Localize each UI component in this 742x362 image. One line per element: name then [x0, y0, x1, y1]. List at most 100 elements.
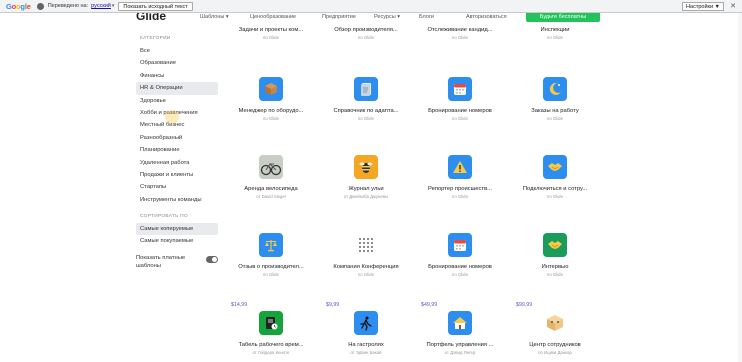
- card-author: от Джейкоба Джуневы: [343, 194, 389, 199]
- paid-templates-toggle[interactable]: [206, 255, 218, 263]
- price-label: $14,99: [231, 302, 248, 308]
- categories-heading: КАТЕГОРИИ: [140, 36, 171, 41]
- category-health[interactable]: Здоровье: [136, 95, 218, 107]
- card-author: по Glide: [547, 35, 563, 40]
- template-card[interactable]: Менеджер по оборудо... по Glide: [225, 77, 317, 121]
- template-card[interactable]: Инспекции по Glide: [509, 27, 601, 40]
- template-card[interactable]: Журнал ульи от Джейкоба Джуневы: [320, 155, 412, 199]
- category-misc[interactable]: Разнообразный: [136, 132, 218, 144]
- nav-resources[interactable]: Ресурсы ▾: [374, 14, 400, 20]
- template-card[interactable]: Отзыв о производител... по Glide: [225, 233, 317, 277]
- card-author: по Glide: [263, 272, 279, 277]
- card-title: Отслеживание кандид...: [427, 27, 493, 33]
- card-author: по Glide: [452, 116, 468, 121]
- category-finance[interactable]: Финансы: [136, 70, 218, 82]
- sidebar: КАТЕГОРИИ Все Образование Финансы HR & О…: [136, 36, 218, 271]
- cursor-highlight: [165, 110, 179, 124]
- google-logo: Google: [6, 1, 31, 11]
- card-author: от Гойдера Кеноте: [252, 350, 290, 355]
- template-card[interactable]: Репортер происшеств... по Glide: [414, 155, 506, 199]
- card-author: по Glide: [547, 116, 563, 121]
- template-card[interactable]: Подключиться и сотру... по Glide: [509, 155, 601, 199]
- card-title: Бронирование номеров: [428, 264, 492, 270]
- category-education[interactable]: Образование: [136, 57, 218, 69]
- card-author: по Glide: [547, 194, 563, 199]
- chevron-down-icon[interactable]: ▾: [112, 3, 115, 9]
- house-icon: [448, 311, 472, 335]
- card-title: Задачи и проекты ком...: [238, 27, 304, 33]
- scrollbar[interactable]: [738, 13, 742, 362]
- translate-settings-button[interactable]: Настройки ▼: [682, 1, 724, 11]
- nav-templates[interactable]: Шаблоны ▾: [200, 14, 229, 20]
- card-author: по Glide: [452, 35, 468, 40]
- bee-icon: [354, 155, 378, 179]
- card-author: по Glide: [358, 35, 374, 40]
- card-title: Интервью: [541, 264, 569, 270]
- template-card[interactable]: Табель рабочего врем... от Гойдера Кенот…: [225, 311, 317, 355]
- template-card[interactable]: На гастролях от Эдвин Бакай: [320, 311, 412, 355]
- browser-viewport: { "translate_bar": { "logo": ["G","o","o…: [0, 0, 742, 362]
- sort-most-copied[interactable]: Самые копируемые: [136, 223, 218, 236]
- card-title: Табель рабочего врем...: [238, 342, 304, 348]
- card-title: Менеджер по оборудо...: [238, 108, 304, 114]
- category-all[interactable]: Все: [136, 45, 218, 57]
- card-title: Журнал ульи: [348, 186, 384, 192]
- card-title: Бронирование номеров: [428, 108, 492, 114]
- template-card[interactable]: Задачи и проекты ком... по Glide: [225, 27, 317, 40]
- card-title: На гастролях: [348, 342, 384, 348]
- template-card[interactable]: Центр сотрудников по Ицики Данкар: [509, 311, 601, 355]
- template-card[interactable]: Заказы на работу по Glide: [509, 77, 601, 121]
- card-author: по Glide: [452, 194, 468, 199]
- category-planning[interactable]: Планирование: [136, 144, 218, 156]
- paid-toggle-row: Показать платные шаблоны: [136, 254, 218, 271]
- price-label: $9,99: [326, 302, 340, 308]
- card-title: Подключиться и сотру...: [522, 186, 588, 192]
- card-author: по Glide: [358, 272, 374, 277]
- show-original-button[interactable]: Показать исходный текст: [118, 1, 193, 11]
- dots-grid-icon: [354, 233, 378, 257]
- card-author: от Дэвид Янгер: [444, 350, 476, 355]
- card-author: от David Siegel: [256, 194, 286, 199]
- sort-most-purchased[interactable]: Самые покупаемые: [136, 235, 218, 247]
- close-icon[interactable]: ✕: [730, 2, 736, 10]
- nav-login[interactable]: Авторизоваться: [466, 14, 507, 20]
- moon-icon: [543, 77, 567, 101]
- category-team-tools[interactable]: Инструменты команды: [136, 194, 218, 206]
- card-title: Справочник по адапта...: [333, 108, 399, 114]
- bicycle-photo-icon: [259, 155, 283, 179]
- top-nav: Glide Шаблоны ▾ Ценообразование Предприя…: [136, 13, 606, 23]
- price-label: $99,99: [516, 302, 533, 308]
- glide-logo[interactable]: Glide: [136, 13, 166, 23]
- card-title: Отзыв о производител...: [238, 264, 304, 270]
- box-icon: [259, 77, 283, 101]
- card-title: Инспекции: [540, 27, 570, 33]
- template-card[interactable]: Отслеживание кандид... по Glide: [414, 27, 506, 40]
- sort-heading: СОРТИРОВАТЬ ПО: [140, 214, 188, 220]
- language-select[interactable]: русский: [91, 3, 111, 9]
- category-hr-operations[interactable]: HR & Операции: [136, 82, 218, 95]
- template-card[interactable]: Аренда велосипеда от David Siegel: [225, 155, 317, 199]
- template-card[interactable]: Бронирование номеров по Glide: [414, 233, 506, 277]
- nav-enterprise[interactable]: Предприятие: [322, 14, 356, 20]
- nav-pricing[interactable]: Ценообразование: [250, 14, 296, 20]
- calendar-icon: [448, 77, 472, 101]
- card-author: от Эдвин Бакай: [350, 350, 382, 355]
- category-startups[interactable]: Стартапы: [136, 181, 218, 193]
- scales-icon: [259, 233, 283, 257]
- category-remote-work[interactable]: Удаленная работа: [136, 157, 218, 169]
- template-card[interactable]: Интервью по Glide: [509, 233, 601, 277]
- template-card[interactable]: Бронирование номеров по Glide: [414, 77, 506, 121]
- calendar-icon: [448, 233, 472, 257]
- document-icon: [354, 77, 378, 101]
- template-card[interactable]: Обзор производителя... по Glide: [320, 27, 412, 40]
- card-author: по Glide: [358, 116, 374, 121]
- card-title: Заказы на работу: [531, 108, 579, 114]
- template-card[interactable]: Справочник по адапта... по Glide: [320, 77, 412, 121]
- template-card[interactable]: Портфель управления ... от Дэвид Янгер: [414, 311, 506, 355]
- warning-icon: [448, 155, 472, 179]
- category-sales[interactable]: Продажи и клиенты: [136, 169, 218, 181]
- signup-button[interactable]: Будьте бесплатны: [526, 13, 600, 22]
- template-card[interactable]: Компания Конференция по Glide: [320, 233, 412, 277]
- nav-blogs[interactable]: Блоги: [419, 14, 434, 20]
- card-title: Обзор производителя...: [334, 27, 398, 33]
